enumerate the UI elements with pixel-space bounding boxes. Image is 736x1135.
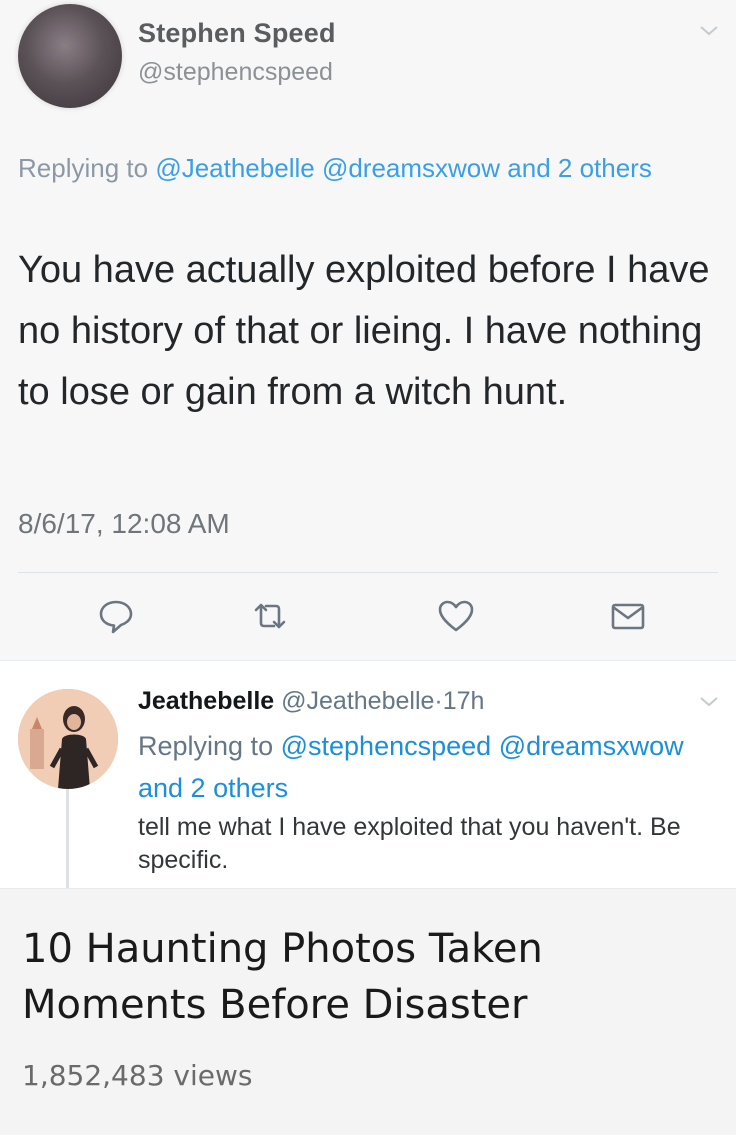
thread-line [66,789,69,889]
video-card[interactable]: 10 Haunting Photos Taken Moments Before … [0,888,736,1135]
divider [18,572,718,573]
mention-link[interactable]: @dreamsxwow [499,731,684,761]
chevron-down-icon[interactable] [698,691,720,713]
retweet-icon[interactable] [246,592,294,640]
reply-header: Jeathebelle @Jeathebelle·17h [138,687,484,716]
dm-icon[interactable] [604,592,652,640]
replying-prefix: Replying to [18,153,149,183]
reply-author-avatar[interactable] [18,689,118,789]
replying-to: Replying to @stephencspeed @dreamsxwow a… [138,725,698,809]
replying-to: Replying to @Jeathebelle @dreamsxwow and… [18,150,708,187]
video-views: 1,852,483 views [22,1059,253,1092]
mention-link[interactable]: @dreamsxwow [322,153,500,183]
video-title[interactable]: 10 Haunting Photos Taken Moments Before … [22,921,712,1033]
meta-separator: · [434,687,443,715]
main-tweet: Stephen Speed @stephencspeed Replying to… [0,0,736,660]
chevron-down-icon[interactable] [698,20,720,42]
like-icon[interactable] [432,592,480,640]
others-link[interactable]: and 2 others [138,773,288,803]
reply-time[interactable]: 17h [443,687,485,715]
author-handle[interactable]: @stephencspeed [138,58,333,87]
mention-link[interactable]: @Jeathebelle [155,153,314,183]
reply-author-name[interactable]: Jeathebelle [138,687,274,715]
reply-author-handle[interactable]: @Jeathebelle [281,687,434,715]
action-bar [0,592,736,646]
replying-prefix: Replying to [138,731,274,761]
reply-tweet: Jeathebelle @Jeathebelle·17h Replying to… [0,660,736,889]
others-link[interactable]: and 2 others [507,153,652,183]
tweet-timestamp[interactable]: 8/6/17, 12:08 AM [18,508,230,540]
tweet-text: You have actually exploited before I hav… [18,249,710,413]
reply-icon[interactable] [92,592,140,640]
mention-link[interactable]: @stephencspeed [281,731,492,761]
reply-text: tell me what I have exploited that you h… [138,813,681,874]
author-avatar[interactable] [18,4,122,108]
author-name[interactable]: Stephen Speed [138,18,336,49]
